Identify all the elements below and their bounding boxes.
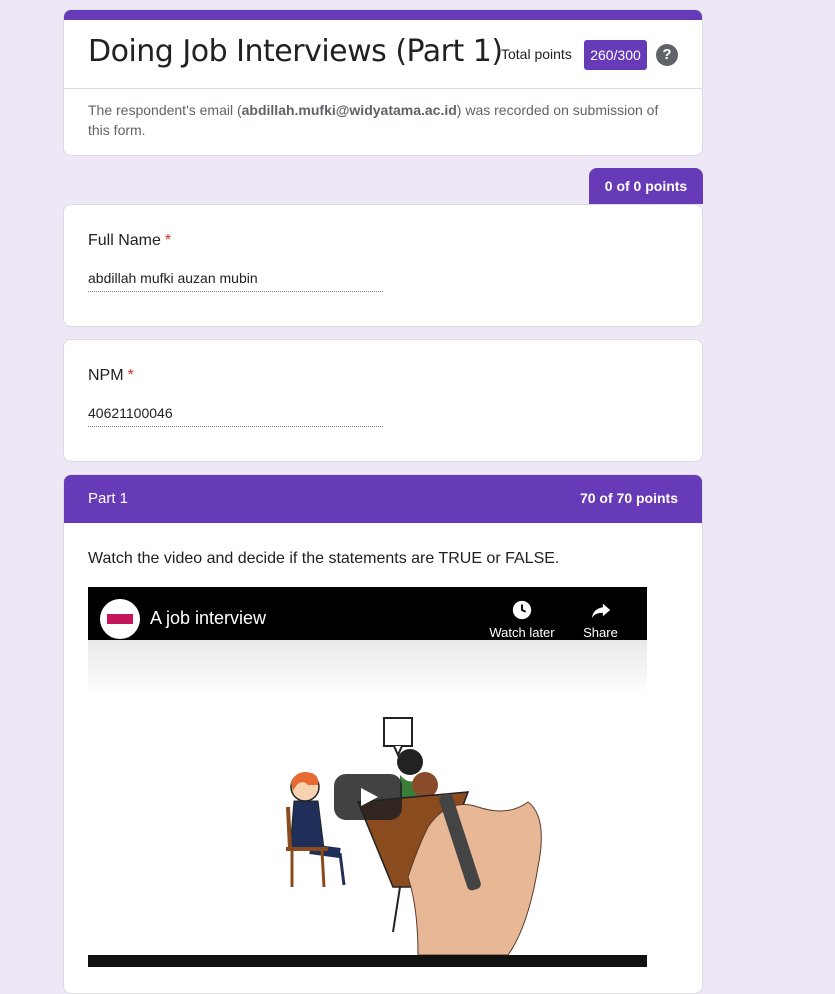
question-label: Full Name * xyxy=(88,232,171,250)
share-label: Share xyxy=(583,625,618,640)
respondent-email: abdillah.mufki@widyatama.ac.id xyxy=(241,102,457,118)
form-header-card: Doing Job Interviews (Part 1) Total poin… xyxy=(63,9,703,156)
total-points-badge: 260/300 xyxy=(584,40,647,70)
video-title[interactable]: A job interview xyxy=(150,608,266,629)
section-points: 70 of 70 points xyxy=(579,490,678,506)
form-title: Doing Job Interviews (Part 1) xyxy=(88,34,503,69)
required-asterisk: * xyxy=(127,367,134,384)
question-label: NPM * xyxy=(88,367,134,385)
section-header: Part 1 70 of 70 points xyxy=(64,475,702,523)
share-arrow-icon xyxy=(591,603,610,619)
channel-logo[interactable] xyxy=(100,599,140,639)
youtube-video-embed[interactable]: A job interview Watch later Share xyxy=(88,587,647,967)
email-note-prefix: The respondent's email ( xyxy=(88,102,242,118)
video-title-bar: A job interview Watch later Share xyxy=(88,587,647,640)
full-name-answer: abdillah mufki auzan mubin xyxy=(88,270,383,292)
question-title: Full Name xyxy=(88,232,161,249)
clock-icon xyxy=(512,600,532,620)
section-title: Part 1 xyxy=(88,490,129,507)
watch-later-button[interactable]: Watch later xyxy=(486,599,558,640)
play-icon xyxy=(361,788,378,806)
watch-later-label: Watch later xyxy=(489,625,555,640)
video-fade xyxy=(88,640,647,698)
question-card-full-name: Full Name * abdillah mufki auzan mubin xyxy=(63,204,703,327)
play-button[interactable] xyxy=(334,774,402,820)
email-recorded-note: The respondent's email (abdillah.mufki@w… xyxy=(88,100,678,140)
share-button[interactable]: Share xyxy=(578,599,623,640)
header-divider xyxy=(64,88,702,89)
question-title: NPM xyxy=(88,367,124,384)
help-icon[interactable]: ? xyxy=(656,44,678,66)
section-points-badge: 0 of 0 points xyxy=(589,168,703,204)
section-description: Watch the video and decide if the statem… xyxy=(88,550,560,567)
video-control-bar xyxy=(88,955,647,967)
header-accent-bar xyxy=(64,10,702,20)
total-points-label: Total points xyxy=(501,46,572,62)
section-card-part-1: Part 1 70 of 70 points Watch the video a… xyxy=(63,474,703,994)
required-asterisk: * xyxy=(164,232,172,249)
question-card-npm: NPM * 40621100046 xyxy=(63,339,703,462)
npm-answer: 40621100046 xyxy=(88,405,383,427)
